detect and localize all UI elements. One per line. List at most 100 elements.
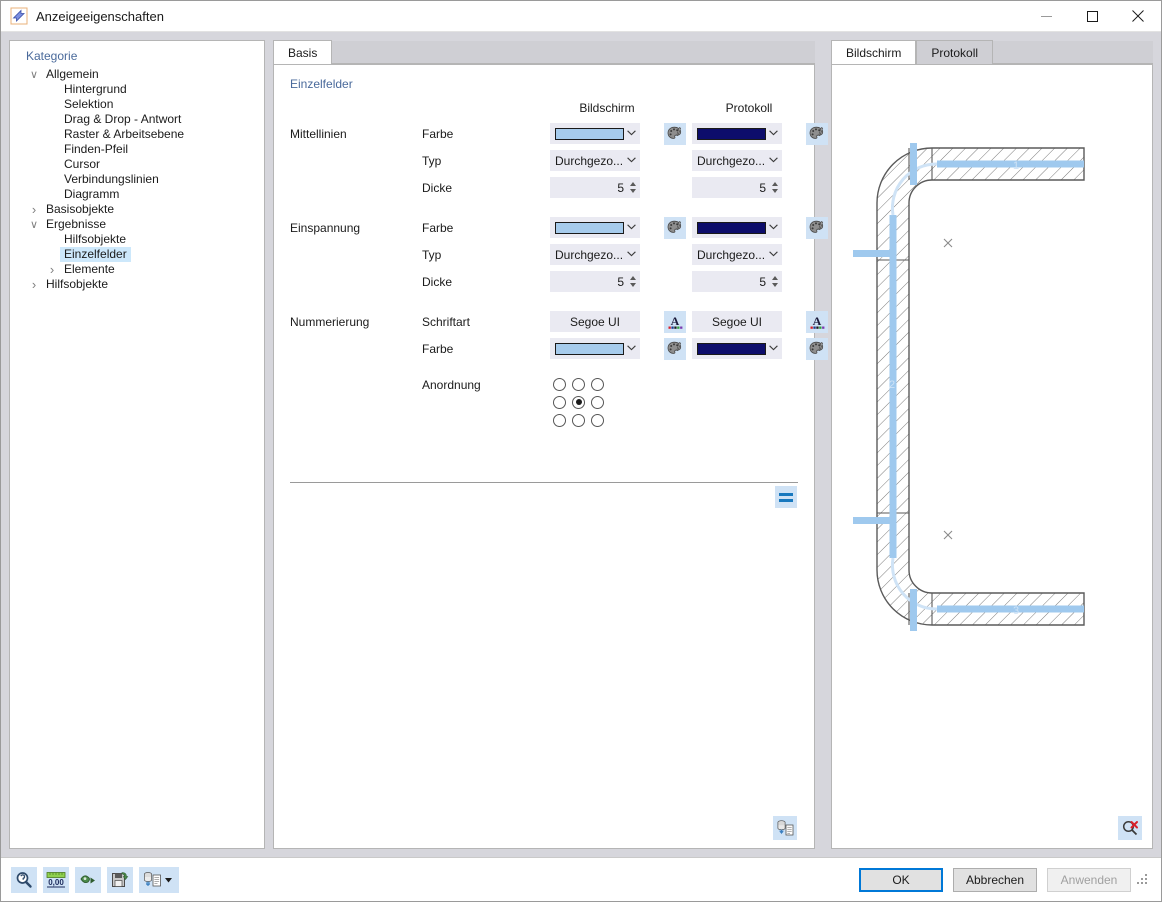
font-style-button-protocol[interactable]: A: [806, 310, 828, 333]
cancel-button-label: Abbrechen: [965, 872, 1025, 887]
color-combo-protocol[interactable]: [692, 338, 782, 359]
sidebar-item-diagramm[interactable]: Diagramm: [10, 187, 264, 202]
palette-button-screen[interactable]: [664, 216, 686, 239]
anordnung-radio-5[interactable]: [591, 395, 604, 409]
sidebar-item-basisobjekte[interactable]: › Basisobjekte: [10, 202, 264, 217]
find-button[interactable]: [11, 866, 37, 893]
save-button[interactable]: [107, 866, 133, 893]
chevron-right-icon[interactable]: ›: [44, 262, 60, 277]
anordnung-radio-3[interactable]: [553, 395, 566, 409]
spinner-buttons[interactable]: [629, 274, 637, 289]
font-style-button-screen[interactable]: A: [664, 310, 686, 333]
color-palette-icon: [667, 126, 682, 139]
color-palette-icon: [667, 220, 682, 233]
minimize-button[interactable]: [1023, 1, 1069, 32]
sidebar-item-ergebnisse[interactable]: ∨ Ergebnisse: [10, 217, 264, 232]
section-label-nummerierung: Nummerierung: [290, 308, 422, 335]
template-dropdown-button[interactable]: [139, 866, 179, 893]
sidebar-item-cursor[interactable]: Cursor: [10, 157, 264, 172]
chevron-down-icon: [627, 343, 636, 354]
sidebar-item-raster-arbeitsebene[interactable]: Raster & Arbeitsebene: [10, 127, 264, 142]
type-combo-protocol[interactable]: Durchgezo...: [692, 244, 782, 265]
protocol-extra-wrap: [806, 174, 834, 201]
chevron-down-icon: [627, 222, 636, 233]
color-combo-protocol[interactable]: [692, 123, 782, 144]
chevron-right-icon[interactable]: ›: [26, 277, 42, 292]
palette-button-protocol[interactable]: [806, 216, 828, 239]
sidebar-item-elemente[interactable]: › Elemente: [10, 262, 264, 277]
chevron-down-icon: [769, 130, 778, 136]
preview-panel[interactable]: 1 2 3: [831, 64, 1153, 849]
screen-control-pad: [640, 268, 664, 295]
color-combo-screen[interactable]: [550, 338, 640, 359]
color-combo-screen[interactable]: [550, 217, 640, 238]
chevron-down-icon: [769, 222, 778, 233]
close-button[interactable]: [1115, 1, 1161, 32]
list-options-button[interactable]: [775, 486, 797, 508]
color-combo-protocol[interactable]: [692, 217, 782, 238]
anordnung-radio-2[interactable]: [591, 377, 604, 391]
tab-protokoll[interactable]: Protokoll: [916, 40, 994, 64]
protocol-extra-wrap: [806, 335, 834, 362]
chevron-down-icon[interactable]: ∨: [26, 218, 42, 231]
sidebar-item-label: Drag & Drop - Antwort: [64, 112, 182, 126]
sidebar-item-hintergrund[interactable]: Hintergrund: [10, 82, 264, 97]
anordnung-radio-1[interactable]: [572, 377, 585, 391]
thickness-spinner-screen[interactable]: 5: [550, 271, 640, 292]
sidebar-item-drag-drop-antwort[interactable]: Drag & Drop - Antwort: [10, 112, 264, 127]
font-button-protocol[interactable]: Segoe UI: [692, 311, 782, 332]
sidebar-item-allgemein[interactable]: ∨ Allgemein: [10, 67, 264, 82]
maximize-button[interactable]: [1069, 1, 1115, 32]
spinner-buttons[interactable]: [629, 180, 637, 195]
chevron-down-icon: [627, 155, 636, 166]
anordnung-radio-8[interactable]: [591, 413, 604, 427]
footer-toolbar: 0,00: [11, 866, 179, 893]
preview-column: Bildschirm Protokoll 1 2 3: [831, 40, 1153, 849]
anordnung-radio-7[interactable]: [572, 413, 585, 427]
sidebar-item-einzelfelder[interactable]: Einzelfelder: [10, 247, 264, 262]
spinner-buttons[interactable]: [771, 180, 779, 195]
ok-button[interactable]: OK: [859, 867, 943, 892]
screen-control-wrap: Durchgezo...: [550, 241, 640, 268]
cancel-button[interactable]: Abbrechen: [953, 867, 1037, 892]
font-button-screen[interactable]: Segoe UI: [550, 311, 640, 332]
export-template-button[interactable]: [773, 816, 797, 840]
thickness-spinner-protocol[interactable]: 5: [692, 177, 782, 198]
column-header-protocol: Protokoll: [725, 101, 773, 115]
sidebar-item-verbindungslinien[interactable]: Verbindungslinien: [10, 172, 264, 187]
type-combo-protocol[interactable]: Durchgezo...: [692, 150, 782, 171]
palette-button-protocol[interactable]: [806, 122, 828, 145]
form-area: Einzelfelder Bildschirm Protokoll Mittelli…: [274, 65, 828, 848]
chevron-down-icon: [769, 224, 778, 230]
sidebar-item-hilfsobjekte[interactable]: › Hilfsobjekte: [10, 277, 264, 292]
type-combo-screen[interactable]: Durchgezo...: [550, 150, 640, 171]
thickness-spinner-protocol[interactable]: 5: [692, 271, 782, 292]
sidebar-item-hilfsobjekte[interactable]: Hilfsobjekte: [10, 232, 264, 247]
preview-tabstrip: Bildschirm Protokoll: [831, 40, 1153, 64]
tab-bildschirm[interactable]: Bildschirm: [831, 40, 917, 64]
anordnung-radio-0[interactable]: [553, 377, 566, 391]
units-button[interactable]: 0,00: [43, 866, 69, 893]
thickness-spinner-screen[interactable]: 5: [550, 177, 640, 198]
anordnung-gap: [422, 362, 550, 375]
spinner-buttons[interactable]: [771, 274, 779, 289]
reset-zoom-button[interactable]: [1118, 816, 1142, 840]
chevron-down-icon[interactable]: ∨: [26, 68, 42, 81]
palette-button-protocol[interactable]: [806, 337, 828, 360]
section-label-spacer: [290, 174, 422, 201]
tab-basis[interactable]: Basis: [273, 40, 333, 64]
palette-button-screen[interactable]: [664, 122, 686, 145]
resize-grip[interactable]: [1137, 873, 1149, 886]
import-button[interactable]: [75, 866, 101, 893]
anordnung-radio-6[interactable]: [553, 413, 566, 427]
chevron-right-icon[interactable]: ›: [26, 202, 42, 217]
sidebar-item-selektion[interactable]: Selektion: [10, 97, 264, 112]
palette-button-screen[interactable]: [664, 337, 686, 360]
anordnung-radio-4[interactable]: [572, 395, 585, 409]
sidebar-item-finden-pfeil[interactable]: Finden-Pfeil: [10, 142, 264, 157]
color-combo-screen[interactable]: [550, 123, 640, 144]
protocol-control-pad: [782, 120, 806, 147]
type-combo-screen[interactable]: Durchgezo...: [550, 244, 640, 265]
chevron-down-icon: [769, 128, 778, 139]
